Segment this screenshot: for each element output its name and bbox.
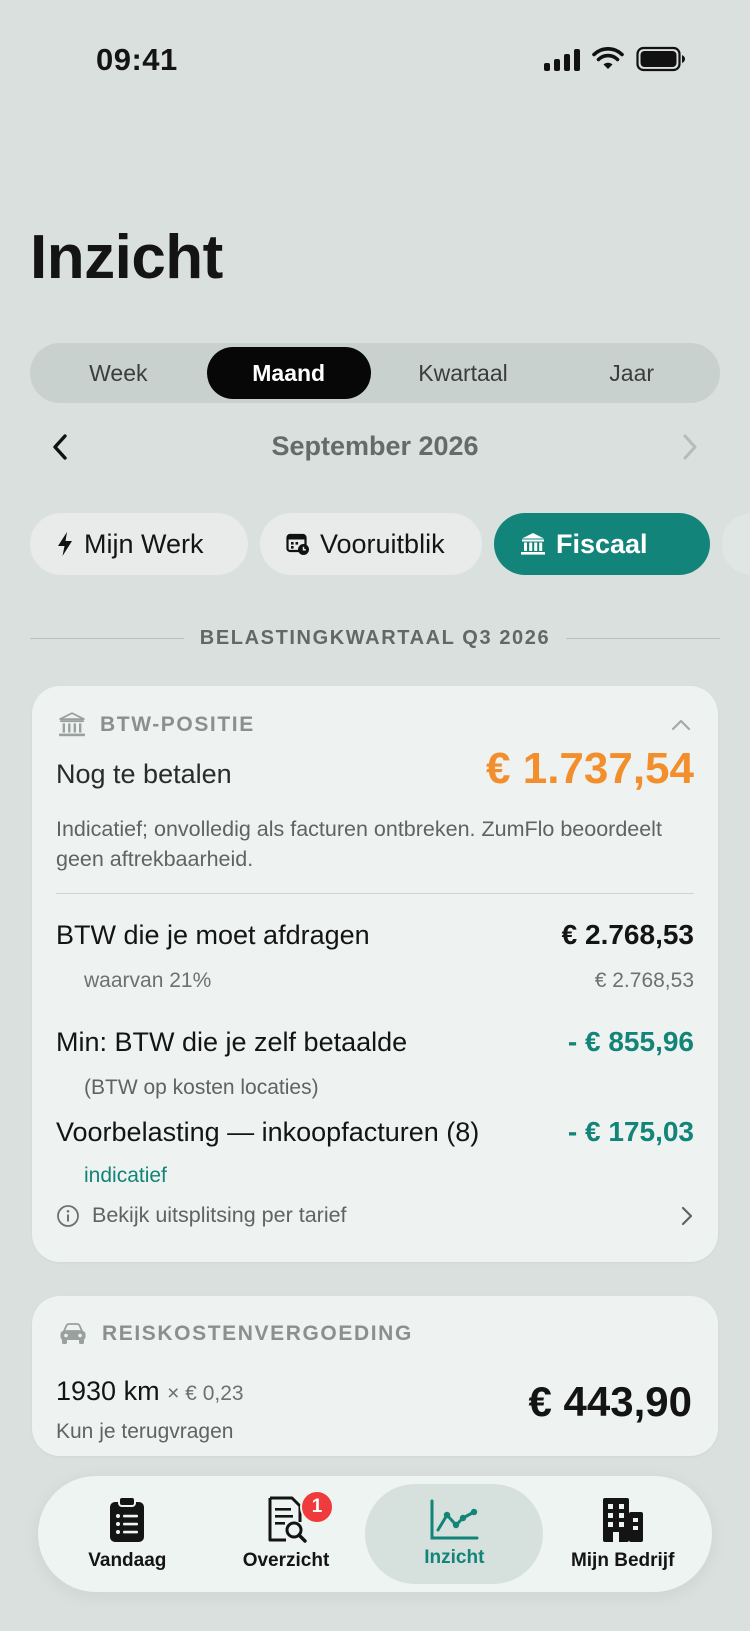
reclaim-note: Kun je terugvragen: [56, 1420, 234, 1443]
disclaimer-text: Indicatief; onvolledig als facturen ontb…: [56, 817, 662, 871]
amount-due-value: € 1.737,54: [486, 744, 694, 793]
chevron-right-icon: [681, 1206, 693, 1225]
card-header: REISKOSTENVERGOEDING: [58, 1322, 692, 1346]
tab-overzicht[interactable]: 1 Overzicht: [207, 1484, 366, 1584]
line-chart-icon: [430, 1499, 479, 1540]
row-label: BTW die je moet afdragen: [56, 920, 370, 950]
travel-allowance-card: REISKOSTENVERGOEDING 1930 km × € 0,23 Ku…: [32, 1296, 718, 1456]
next-month-button[interactable]: [672, 429, 708, 465]
distance-line: 1930 km × € 0,23: [56, 1376, 244, 1407]
row-label: (BTW op kosten locaties): [84, 1076, 319, 1099]
tab-mijn-bedrijf[interactable]: Mijn Bedrijf: [543, 1484, 702, 1584]
status-time: 09:41: [96, 42, 178, 77]
bank-icon: [59, 712, 85, 737]
month-label: September 2026: [271, 431, 479, 461]
vat-rate-row: waarvan 21% € 2.768,53: [56, 969, 694, 993]
chevron-up-icon[interactable]: [670, 718, 692, 732]
card-title: REISKOSTENVERGOEDING: [102, 1322, 413, 1345]
status-bar: 09:41: [0, 0, 750, 120]
card-header[interactable]: BTW-POSITIE: [58, 712, 692, 738]
amount-due-row: Nog te betalen € 1.737,54: [56, 744, 694, 794]
chip-label: Mijn Werk: [84, 528, 204, 559]
chip-fiscaal[interactable]: Fiscaal: [494, 513, 710, 575]
breakdown-link[interactable]: Bekijk uitsplitsing per tarief: [56, 1203, 694, 1228]
row-amount: € 2.768,53: [594, 969, 694, 992]
page-title: Inzicht: [30, 223, 223, 292]
tab-inzicht[interactable]: Inzicht: [365, 1484, 544, 1584]
clipboard-list-icon: [110, 1496, 145, 1542]
chevron-right-icon: [683, 434, 697, 460]
travel-allowance-amount: € 443,90: [528, 1378, 693, 1425]
breakdown-link-label: Bekijk uitsplitsing per tarief: [92, 1203, 347, 1227]
tab-label: Mijn Bedrijf: [570, 1550, 675, 1571]
divider: [56, 893, 694, 894]
tab-jaar[interactable]: Jaar: [547, 347, 716, 399]
wifi-icon: [592, 47, 624, 69]
car-icon: [60, 1323, 86, 1344]
building-icon: [602, 1498, 643, 1542]
notification-badge: 1: [300, 1490, 334, 1524]
status-icons: [544, 46, 686, 72]
tab-label: Overzicht: [242, 1550, 330, 1571]
divider: [566, 638, 721, 639]
tab-maand[interactable]: Maand: [206, 347, 371, 399]
period-segmented-control: Week Maand Kwartaal Jaar: [30, 343, 720, 403]
bank-icon: [521, 533, 545, 555]
chip-vooruitblik[interactable]: Vooruitblik: [260, 513, 482, 575]
amount-due-label: Nog te betalen: [56, 759, 232, 789]
chip-mijn-werk[interactable]: Mijn Werk: [30, 513, 248, 575]
indicative-label: indicatief: [84, 1164, 167, 1187]
tab-vandaag[interactable]: Vandaag: [48, 1484, 207, 1584]
divider: [30, 638, 184, 639]
tab-kwartaal[interactable]: Kwartaal: [379, 347, 548, 399]
section-header: BELASTINGKWARTAAL Q3 2026: [30, 627, 721, 650]
section-title: BELASTINGKWARTAAL Q3 2026: [199, 627, 551, 649]
row-label: waarvan 21%: [84, 969, 212, 992]
row-label: Voorbelasting — inkoopfacturen (8): [56, 1117, 480, 1147]
chip-label: Fiscaal: [556, 528, 648, 559]
cellular-signal-icon: [544, 47, 580, 71]
rate-value: × € 0,23: [167, 1382, 244, 1405]
row-amount: - € 175,03: [567, 1116, 694, 1147]
input-vat-note-row: indicatief: [56, 1164, 694, 1188]
distance-value: 1930 km: [56, 1376, 160, 1406]
vat-paid-note-row: (BTW op kosten locaties): [56, 1076, 694, 1100]
bottom-tab-bar: Vandaag 1 Overzicht Inzicht Mijn Bedrijf: [38, 1476, 712, 1592]
tab-label: Inzicht: [424, 1547, 485, 1568]
battery-icon: [636, 46, 685, 72]
row-amount: - € 855,96: [567, 1026, 694, 1057]
row-label: Min: BTW die je zelf betaalde: [56, 1027, 408, 1057]
bolt-icon: [58, 532, 72, 556]
card-title: BTW-POSITIE: [100, 713, 255, 736]
month-navigator: September 2026: [30, 425, 720, 469]
tab-label: Vandaag: [88, 1550, 167, 1571]
row-amount: € 2.768,53: [561, 919, 694, 950]
vat-payable-row: BTW die je moet afdragen € 2.768,53: [56, 919, 694, 951]
chip-label: Vooruitblik: [320, 528, 445, 559]
calendar-clock-icon: [286, 533, 309, 555]
chip-overflow[interactable]: [722, 513, 750, 575]
category-chips: Mijn Werk Vooruitblik Fiscaal: [30, 513, 750, 577]
input-vat-row: Voorbelasting — inkoopfacturen (8) - € 1…: [56, 1116, 694, 1148]
vat-paid-row: Min: BTW die je zelf betaalde - € 855,96: [56, 1026, 694, 1058]
tab-week[interactable]: Week: [34, 347, 203, 399]
btw-position-card: BTW-POSITIE Nog te betalen € 1.737,54 In…: [32, 686, 718, 1262]
info-icon: [57, 1204, 79, 1227]
